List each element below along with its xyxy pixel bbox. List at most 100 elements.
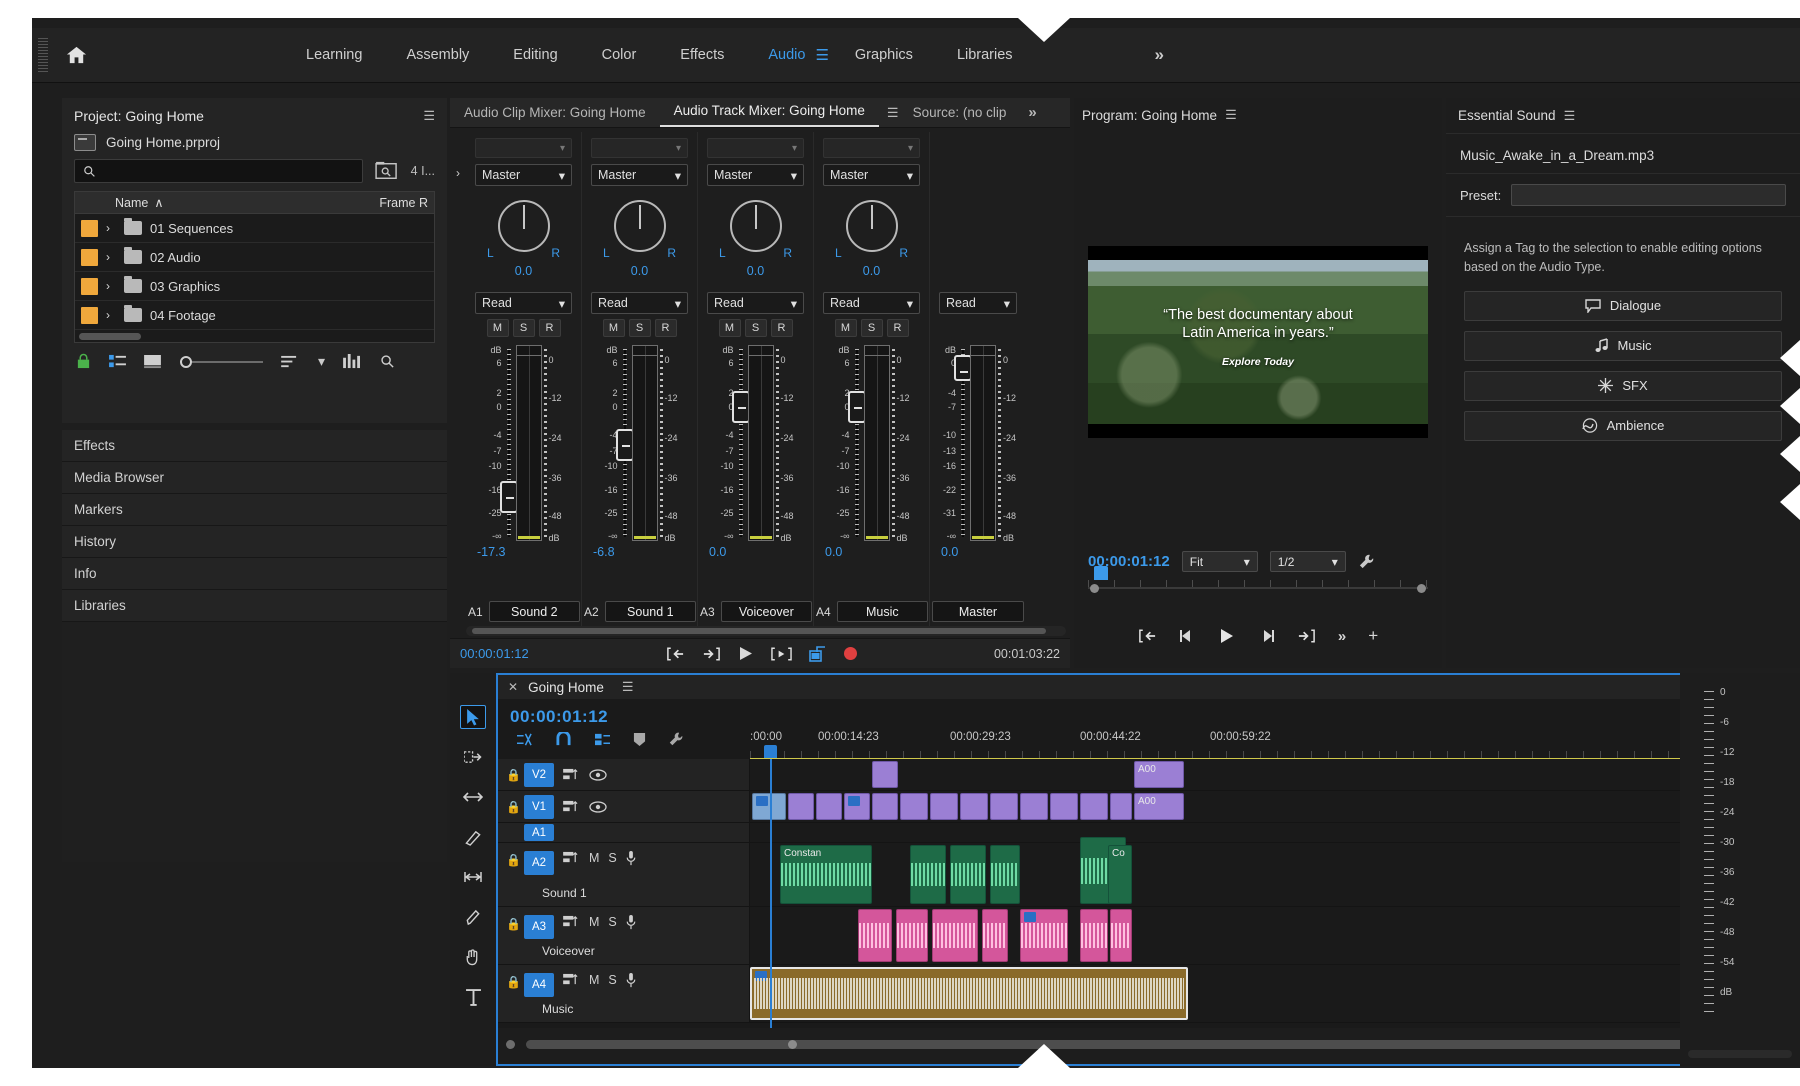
mark-out-icon[interactable] — [1297, 629, 1316, 643]
step-back-icon[interactable] — [1179, 629, 1197, 643]
record-arm-button[interactable]: R — [539, 319, 561, 337]
marker-icon[interactable] — [633, 732, 646, 747]
timeline-clip[interactable] — [1110, 793, 1132, 820]
lock-icon[interactable]: 🔒 — [506, 800, 521, 814]
tab-editing[interactable]: Editing — [491, 41, 579, 69]
sidebar-item-markers[interactable]: Markers — [62, 494, 447, 526]
tag-button-music[interactable]: Music — [1464, 331, 1782, 361]
track-body[interactable]: A00 — [750, 759, 1764, 790]
zoom-handle-right[interactable] — [788, 1040, 797, 1049]
track-body[interactable]: Constan Co — [750, 843, 1764, 906]
pen-tool[interactable] — [460, 905, 486, 929]
mixer-horizontal-scrollbar[interactable] — [466, 626, 1066, 636]
timeline-clip[interactable]: Constan — [780, 845, 872, 904]
zoom-slider[interactable] — [179, 355, 263, 369]
timeline-clip[interactable] — [1050, 793, 1078, 820]
bin-row[interactable]: › 04 Footage — [75, 301, 434, 330]
solo-button[interactable]: S — [629, 319, 651, 337]
automation-mode-select[interactable]: Read▾ — [591, 292, 688, 314]
sidebar-item-media-browser[interactable]: Media Browser — [62, 462, 447, 494]
tab-learning[interactable]: Learning — [284, 41, 384, 69]
lock-icon[interactable] — [76, 353, 91, 370]
mute-button[interactable]: M — [589, 851, 599, 865]
timeline-clip[interactable] — [788, 793, 814, 820]
channel-db-value[interactable]: -17.3 — [471, 545, 576, 559]
pan-value[interactable]: 0.0 — [471, 264, 576, 278]
bin-horizontal-scrollbar[interactable] — [75, 330, 434, 342]
mixer-expand-effects-icon[interactable]: › — [450, 132, 466, 633]
chevron-right-icon[interactable]: › — [106, 279, 116, 293]
lock-icon[interactable]: 🔒 — [506, 917, 521, 931]
track-id-a2[interactable]: A2 — [524, 851, 554, 875]
fader-track[interactable] — [504, 345, 514, 541]
chevron-right-icon[interactable]: › — [106, 221, 116, 235]
lock-icon[interactable]: 🔒 — [506, 853, 521, 867]
punch-in-icon[interactable] — [809, 646, 827, 662]
search-icon[interactable] — [380, 354, 395, 369]
tab-audio-track-mixer[interactable]: Audio Track Mixer: Going Home — [660, 103, 879, 127]
track-header[interactable]: 🔒 A3 M S Voiceover — [498, 907, 750, 964]
track-id-a4[interactable]: A4 — [524, 973, 554, 997]
track-name[interactable]: Music — [542, 1002, 573, 1016]
tab-assembly[interactable]: Assembly — [384, 41, 491, 69]
output-select[interactable]: Master▾ — [475, 164, 572, 186]
preset-select[interactable] — [1511, 184, 1786, 206]
mixer-overflow-icon[interactable]: » — [1028, 104, 1036, 127]
tab-source-monitor[interactable]: Source: (no clip — [899, 105, 1021, 127]
tag-button-dialogue[interactable]: Dialogue — [1464, 291, 1782, 321]
automation-mode-select[interactable]: Read▾ — [939, 292, 1017, 314]
track-header[interactable]: 🔒 V2 — [498, 759, 750, 790]
track-header[interactable]: 🔒 V1 — [498, 791, 750, 822]
track-header[interactable]: A1 — [498, 823, 750, 842]
timeline-clip[interactable] — [1020, 909, 1068, 962]
solo-button[interactable]: S — [745, 319, 767, 337]
audio-meter-scrollbar[interactable] — [1688, 1050, 1792, 1058]
channel-db-value[interactable]: 0.0 — [703, 545, 808, 559]
column-frame-rate[interactable]: Frame R — [379, 196, 428, 210]
tab-audio-clip-mixer[interactable]: Audio Clip Mixer: Going Home — [450, 105, 660, 127]
tab-color[interactable]: Color — [580, 41, 659, 69]
pan-knob[interactable] — [730, 200, 782, 252]
rolling-edit-tool[interactable] — [460, 825, 486, 849]
home-button[interactable] — [48, 28, 104, 83]
fx-slot[interactable]: ▾ — [707, 138, 804, 158]
timeline-clip[interactable] — [896, 909, 928, 962]
workspace-overflow-icon[interactable]: » — [1155, 45, 1164, 65]
pan-knob-wrap[interactable] — [587, 200, 692, 252]
program-menu-icon[interactable]: ☰ — [1225, 107, 1237, 123]
record-icon[interactable] — [844, 647, 857, 660]
sidebar-item-effects[interactable]: Effects — [62, 430, 447, 462]
bin-row[interactable]: › 02 Audio — [75, 243, 434, 272]
sequence-tab-name[interactable]: Going Home — [528, 680, 604, 695]
project-search-input[interactable] — [74, 159, 363, 183]
eye-icon[interactable] — [589, 801, 607, 813]
timeline-clip[interactable] — [752, 793, 786, 820]
timeline-clip[interactable] — [1080, 909, 1108, 962]
track-select-forward-tool[interactable] — [460, 745, 486, 769]
solo-button[interactable]: S — [608, 851, 616, 865]
track-id-a1[interactable]: A1 — [524, 824, 554, 841]
timeline-clip[interactable] — [930, 793, 958, 820]
pan-knob[interactable] — [614, 200, 666, 252]
mic-icon[interactable] — [626, 915, 636, 930]
step-forward-icon[interactable] — [1257, 629, 1275, 643]
linked-selection-icon[interactable] — [594, 732, 611, 747]
track-name[interactable]: Sound 1 — [542, 886, 587, 900]
solo-button[interactable]: S — [513, 319, 535, 337]
eye-icon[interactable] — [589, 769, 607, 781]
panel-grip[interactable] — [38, 38, 48, 72]
wrench-icon[interactable] — [668, 731, 684, 747]
mute-button[interactable]: M — [487, 319, 509, 337]
timeline-clip-selected[interactable] — [750, 967, 1188, 1020]
fx-slot[interactable]: ▾ — [823, 138, 920, 158]
timeline-clip[interactable] — [982, 909, 1008, 962]
close-icon[interactable]: ✕ — [508, 680, 518, 694]
program-video-preview[interactable]: “The best documentary about Latin Americ… — [1088, 246, 1428, 438]
timeline-clip[interactable] — [990, 793, 1018, 820]
hand-tool[interactable] — [460, 945, 486, 969]
zoom-level-select[interactable]: Fit▾ — [1182, 551, 1258, 572]
track-body[interactable] — [750, 907, 1764, 964]
wrench-icon[interactable] — [1358, 553, 1375, 570]
mute-button[interactable]: M — [719, 319, 741, 337]
sync-lock-icon[interactable] — [563, 915, 580, 928]
